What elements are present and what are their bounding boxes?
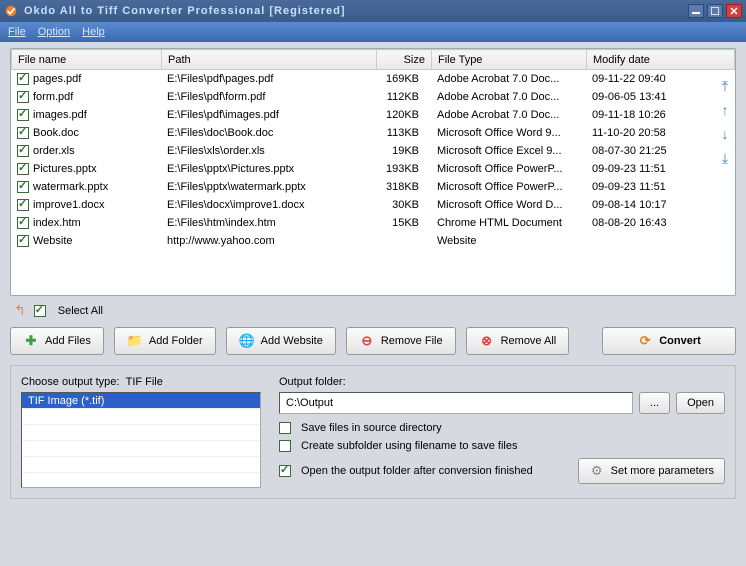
menu-option[interactable]: Option: [38, 26, 70, 38]
open-folder-button[interactable]: Open: [676, 392, 725, 414]
app-logo-icon: [4, 4, 18, 18]
convert-icon: ⟳: [637, 333, 653, 349]
save-source-checkbox[interactable]: [279, 422, 291, 434]
output-type-list[interactable]: TIF Image (*.tif): [21, 392, 261, 488]
gear-icon: ⚙: [589, 463, 605, 479]
remove-file-button[interactable]: ⊖Remove File: [346, 327, 456, 355]
table-row[interactable]: images.pdfE:\Files\pdf\images.pdf120KBAd…: [11, 106, 735, 124]
col-modify[interactable]: Modify date: [587, 50, 735, 70]
plus-icon: ✚: [23, 333, 39, 349]
list-item[interactable]: TIF Image (*.tif): [22, 393, 260, 409]
menubar: File Option Help: [0, 22, 746, 42]
row-checkbox[interactable]: [17, 109, 29, 121]
menu-help[interactable]: Help: [82, 26, 105, 38]
save-source-label: Save files in source directory: [301, 422, 442, 434]
col-size[interactable]: Size: [377, 50, 432, 70]
globe-icon: 🌐: [239, 333, 255, 349]
table-row[interactable]: improve1.docxE:\Files\docx\improve1.docx…: [11, 196, 735, 214]
table-row[interactable]: Book.docE:\Files\doc\Book.doc113KBMicros…: [11, 124, 735, 142]
select-all-label: Select All: [58, 305, 103, 317]
col-path[interactable]: Path: [162, 50, 377, 70]
row-checkbox[interactable]: [17, 235, 29, 247]
remove-all-button[interactable]: ⊗Remove All: [466, 327, 570, 355]
open-after-checkbox[interactable]: [279, 465, 291, 477]
maximize-button[interactable]: [707, 4, 723, 18]
browse-button[interactable]: ...: [639, 392, 670, 414]
move-bottom-icon[interactable]: ⤓: [718, 150, 732, 164]
table-row[interactable]: pages.pdfE:\Files\pdf\pages.pdf169KBAdob…: [11, 70, 735, 88]
create-subfolder-label: Create subfolder using filename to save …: [301, 440, 517, 452]
row-checkbox[interactable]: [17, 163, 29, 175]
row-checkbox[interactable]: [17, 217, 29, 229]
row-checkbox[interactable]: [17, 199, 29, 211]
output-folder-label: Output folder:: [279, 376, 725, 388]
move-top-icon[interactable]: ⤒: [718, 78, 732, 92]
open-after-label: Open the output folder after conversion …: [301, 465, 533, 477]
titlebar: Okdo All to Tiff Converter Professional …: [0, 0, 746, 22]
table-row[interactable]: index.htmE:\Files\htm\index.htm15KBChrom…: [11, 214, 735, 232]
col-filename[interactable]: File name: [12, 50, 162, 70]
menu-file[interactable]: File: [8, 26, 26, 38]
row-checkbox[interactable]: [17, 73, 29, 85]
move-down-icon[interactable]: ↓: [718, 126, 732, 140]
folder-icon: 📁: [127, 333, 143, 349]
close-button[interactable]: [726, 4, 742, 18]
set-more-parameters-button[interactable]: ⚙Set more parameters: [578, 458, 725, 484]
table-row[interactable]: form.pdfE:\Files\pdf\form.pdf112KBAdobe …: [11, 88, 735, 106]
create-subfolder-checkbox[interactable]: [279, 440, 291, 452]
minimize-button[interactable]: [688, 4, 704, 18]
table-row[interactable]: Websitehttp://www.yahoo.comWebsite: [11, 232, 735, 250]
add-folder-button[interactable]: 📁Add Folder: [114, 327, 216, 355]
output-type-label: Choose output type: TIF File: [21, 376, 261, 388]
move-up-icon[interactable]: ↑: [718, 102, 732, 116]
file-list-panel: File name Path Size File Type Modify dat…: [10, 48, 736, 296]
row-checkbox[interactable]: [17, 181, 29, 193]
remove-all-icon: ⊗: [479, 333, 495, 349]
table-header-row: File name Path Size File Type Modify dat…: [12, 50, 735, 70]
add-website-button[interactable]: 🌐Add Website: [226, 327, 336, 355]
row-checkbox[interactable]: [17, 145, 29, 157]
convert-button[interactable]: ⟳Convert: [602, 327, 736, 355]
row-checkbox[interactable]: [17, 127, 29, 139]
row-checkbox[interactable]: [17, 91, 29, 103]
table-row[interactable]: Pictures.pptxE:\Files\pptx\Pictures.pptx…: [11, 160, 735, 178]
table-row[interactable]: order.xlsE:\Files\xls\order.xls19KBMicro…: [11, 142, 735, 160]
window-title: Okdo All to Tiff Converter Professional …: [24, 5, 688, 17]
table-row[interactable]: watermark.pptxE:\Files\pptx\watermark.pp…: [11, 178, 735, 196]
output-folder-input[interactable]: [279, 392, 633, 414]
up-folder-icon[interactable]: ↰: [14, 302, 26, 319]
col-filetype[interactable]: File Type: [432, 50, 587, 70]
minus-icon: ⊖: [359, 333, 375, 349]
select-all-checkbox[interactable]: [34, 305, 46, 317]
add-files-button[interactable]: ✚Add Files: [10, 327, 104, 355]
reorder-arrows: ⤒ ↑ ↓ ⤓: [718, 78, 732, 164]
